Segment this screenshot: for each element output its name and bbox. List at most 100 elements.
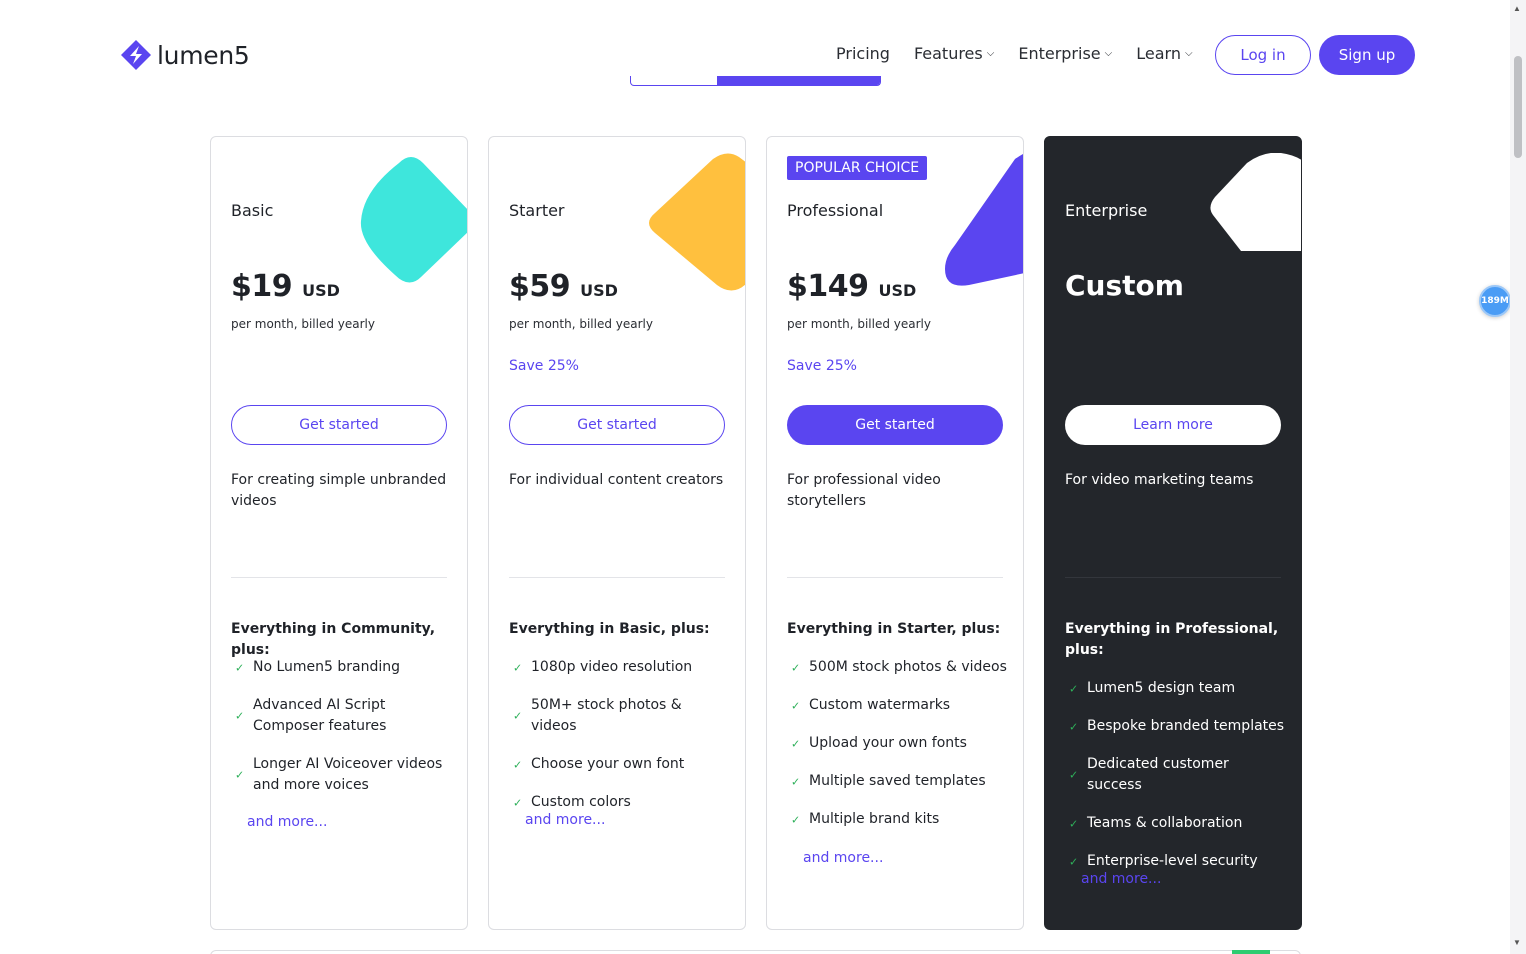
lumen5-logo-icon <box>121 40 151 70</box>
feature-item: ✓ Enterprise-level security <box>1065 851 1285 872</box>
nav-features[interactable]: Features ⌵ <box>914 44 994 63</box>
plan-card-enterprise: Enterprise Custom Learn more For video m… <box>1044 136 1302 930</box>
main-nav: Pricing Features ⌵ Enterprise ⌵ Learn ⌵ <box>836 44 1217 63</box>
next-section-edge <box>210 950 1301 954</box>
divider <box>231 577 447 578</box>
feature-item: ✓ 1080p video resolution <box>509 657 729 678</box>
get-started-button[interactable]: Get started <box>509 405 725 445</box>
plan-price: Custom <box>1065 269 1184 302</box>
feature-label: Advanced AI Script Composer features <box>253 697 387 734</box>
feature-item: ✓ Longer AI Voiceover videos and more voi… <box>231 754 451 796</box>
signup-button[interactable]: Sign up <box>1319 35 1415 75</box>
feature-item: ✓ Custom colors <box>509 792 729 813</box>
features-heading: Everything in Starter, plus: <box>787 621 1001 637</box>
billing-note: per month, billed yearly <box>231 317 375 331</box>
feature-item: ✓ Choose your own font <box>509 754 729 775</box>
feature-item: ✓ Custom watermarks <box>787 695 1007 716</box>
plan-description: For creating simple unbranded videos <box>231 472 447 509</box>
and-more-link[interactable]: and more... <box>247 814 327 830</box>
plan-name: Enterprise <box>1065 201 1148 220</box>
logo-text: lumen5 <box>157 40 250 70</box>
and-more-link[interactable]: and more... <box>803 850 883 866</box>
feature-label: Enterprise-level security <box>1087 853 1258 869</box>
check-icon: ✓ <box>1069 720 1079 733</box>
scrollbar-thumb[interactable] <box>1514 56 1522 158</box>
nav-label: Enterprise <box>1018 44 1101 63</box>
feature-label: Longer AI Voiceover videos and more voic… <box>253 756 443 793</box>
feature-item: ✓ Upload your own fonts <box>787 733 1007 754</box>
chevron-down-icon: ⌵ <box>1104 48 1113 59</box>
billing-toggle-active <box>717 76 880 85</box>
nav-label: Pricing <box>836 44 890 63</box>
plan-name: Professional <box>787 201 884 220</box>
price-amount: $149 <box>787 269 869 304</box>
features-heading: Everything in Community, plus: <box>231 621 436 658</box>
plan-description: For professional video storytellers <box>787 472 941 509</box>
plan-name: Basic <box>231 201 274 220</box>
feature-list: ✓ No Lumen5 branding ✓ Advanced AI Script … <box>231 657 451 813</box>
and-more-link[interactable]: and more... <box>525 812 605 828</box>
feature-label: Upload your own fonts <box>809 735 967 751</box>
and-more-link[interactable]: and more... <box>1081 871 1161 887</box>
feature-label: 500M stock photos & videos <box>809 659 1007 675</box>
billing-toggle[interactable] <box>630 76 881 86</box>
feature-item: ✓ No Lumen5 branding <box>231 657 451 678</box>
feature-list: ✓ 1080p video resolution ✓ 50M+ stock phot… <box>509 657 729 830</box>
check-icon: ✓ <box>513 709 523 723</box>
check-icon: ✓ <box>791 661 801 674</box>
feature-label: Custom watermarks <box>809 697 951 713</box>
feature-item: ✓ Multiple brand kits <box>787 809 1007 830</box>
plan-card-starter: Starter $59 USD per month, billed yearly… <box>488 136 746 930</box>
billing-note: per month, billed yearly <box>509 317 653 331</box>
divider <box>787 577 1003 578</box>
plan-card-basic: Basic $19 USD per month, billed yearly G… <box>210 136 468 930</box>
feature-label: Multiple brand kits <box>809 811 940 827</box>
nav-learn[interactable]: Learn ⌵ <box>1136 44 1192 63</box>
check-icon: ✓ <box>235 768 245 782</box>
scroll-up-icon[interactable]: ▲ <box>1513 4 1521 13</box>
save-note: Save 25% <box>787 358 857 374</box>
plan-description: For individual content creators <box>509 472 724 488</box>
feature-item: ✓ 500M stock photos & videos <box>787 657 1007 678</box>
save-note: Save 25% <box>509 358 579 374</box>
plan-price: $149 USD <box>787 269 916 304</box>
feature-item: ✓ Multiple saved templates <box>787 771 1007 792</box>
decorative-shape <box>649 153 745 291</box>
get-started-button[interactable]: Get started <box>231 405 447 445</box>
check-icon: ✓ <box>1069 817 1079 830</box>
check-icon: ✓ <box>235 709 245 723</box>
plan-name: Starter <box>509 201 565 220</box>
check-icon: ✓ <box>235 661 245 674</box>
scroll-down-icon[interactable]: ▼ <box>1513 938 1521 947</box>
check-icon: ✓ <box>1069 682 1079 695</box>
feature-item: ✓ Lumen5 design team <box>1065 678 1285 699</box>
site-header: lumen5 Pricing Features ⌵ Enterprise ⌵ L… <box>0 0 1510 110</box>
logo[interactable]: lumen5 <box>119 38 250 72</box>
features-heading: Everything in Professional, plus: <box>1065 621 1279 658</box>
nav-enterprise[interactable]: Enterprise ⌵ <box>1018 44 1112 63</box>
check-icon: ✓ <box>1069 768 1079 782</box>
login-button[interactable]: Log in <box>1215 35 1311 75</box>
check-icon: ✓ <box>791 737 801 750</box>
learn-more-button[interactable]: Learn more <box>1065 405 1281 445</box>
decorative-shape <box>1210 153 1301 251</box>
feature-label: 50M+ stock photos & videos <box>531 697 682 734</box>
check-icon: ✓ <box>513 661 523 674</box>
feature-label: Multiple saved templates <box>809 773 986 789</box>
floating-badge[interactable]: 189M <box>1479 285 1511 317</box>
feature-list: ✓ Lumen5 design team ✓ Bespoke branded tem… <box>1065 678 1285 889</box>
check-icon: ✓ <box>791 813 801 826</box>
page-scrollbar[interactable]: ▲ ▼ <box>1510 0 1526 954</box>
green-tag <box>1232 950 1270 954</box>
plan-card-professional: POPULAR CHOICE Professional $149 USD per… <box>766 136 1024 930</box>
divider <box>509 577 725 578</box>
get-started-button[interactable]: Get started <box>787 405 1003 445</box>
nav-pricing[interactable]: Pricing <box>836 44 890 63</box>
plan-description: For video marketing teams <box>1065 472 1254 488</box>
feature-label: Teams & collaboration <box>1087 815 1243 831</box>
billing-note: per month, billed yearly <box>787 317 931 331</box>
plan-price: $59 USD <box>509 269 618 304</box>
plan-price: $19 USD <box>231 269 340 304</box>
check-icon: ✓ <box>1069 855 1079 868</box>
price-currency: USD <box>302 281 340 300</box>
